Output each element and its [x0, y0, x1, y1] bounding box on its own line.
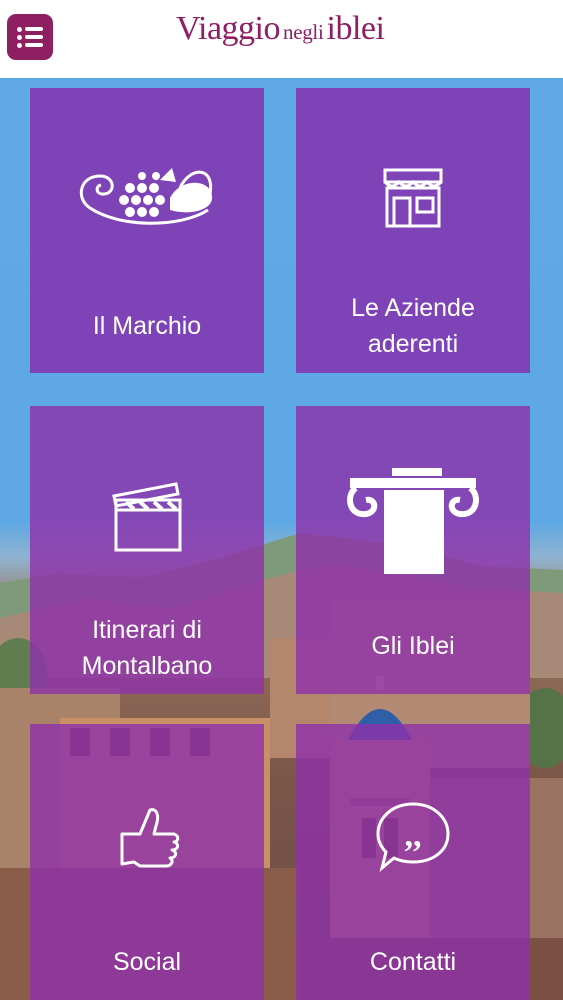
- svg-text:,,: ,,: [405, 817, 422, 854]
- tile-gli-iblei[interactable]: Gli Iblei: [296, 406, 530, 694]
- tile-label: Itinerari di Montalbano: [36, 612, 258, 684]
- tile-label-line: aderenti: [367, 330, 459, 358]
- tile-label: Il Marchio: [92, 312, 202, 340]
- tile-contatti[interactable]: ,, Contatti: [296, 724, 530, 1000]
- tile-label: Gli Iblei: [371, 632, 455, 660]
- tile-label: Le Aziende aderenti: [302, 290, 524, 362]
- tile-label: Contatti: [369, 948, 457, 976]
- tile-label-line: Itinerari di: [92, 616, 202, 644]
- clapperboard-icon: [112, 482, 182, 552]
- tile-label: Social: [112, 948, 182, 976]
- tile-social[interactable]: Social: [30, 724, 264, 1000]
- storefront-icon: [383, 168, 443, 228]
- tile-aziende-aderenti[interactable]: Le Aziende aderenti: [296, 88, 530, 373]
- tile-il-marchio[interactable]: Il Marchio: [30, 88, 264, 373]
- tile-label-line: Le Aziende: [351, 294, 475, 322]
- logo-small-text: negli: [283, 20, 324, 44]
- ionic-column-capital-icon: [347, 468, 479, 574]
- app-header: Viaggio negliiblei: [0, 0, 563, 78]
- app-logo: Viaggio negliiblei: [176, 10, 385, 60]
- tile-itinerari-montalbano[interactable]: Itinerari di Montalbano: [30, 406, 264, 694]
- cornucopia-grapes-icon: [79, 168, 213, 225]
- speech-bubble-quote-icon: ,,: [376, 802, 450, 872]
- logo-end-text: iblei: [326, 10, 385, 47]
- menu-list-icon[interactable]: [7, 14, 53, 60]
- logo-main-text: Viaggio: [176, 10, 281, 47]
- tile-label-line: Montalbano: [81, 652, 213, 680]
- background-town-photo: Il Marchio Le Aziende aderenti Itinerari…: [0, 78, 563, 1000]
- thumbs-up-icon: [120, 808, 180, 868]
